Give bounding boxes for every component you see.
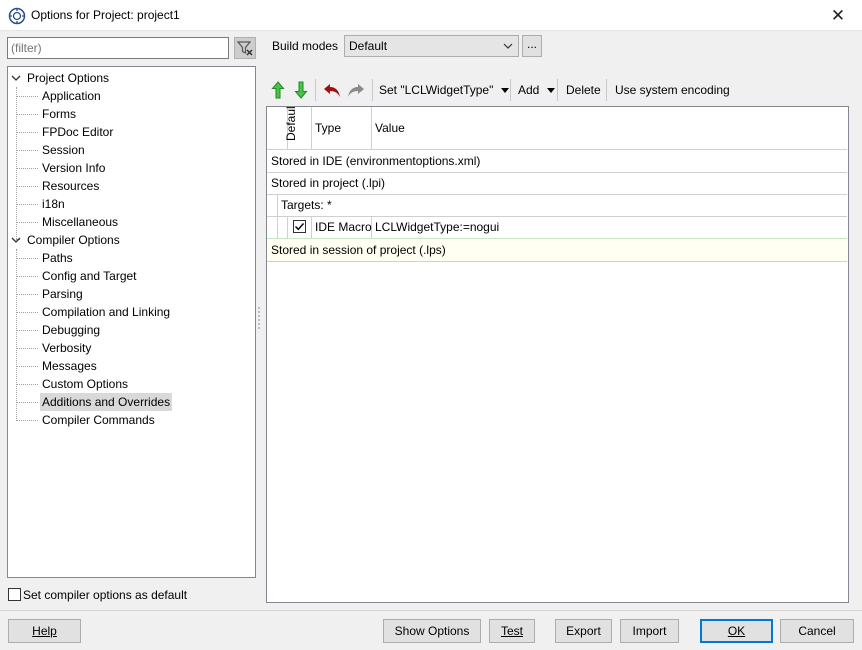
funnel-clear-icon <box>236 41 253 56</box>
window-title: Options for Project: project1 <box>31 8 180 22</box>
set-default-checkbox[interactable] <box>8 588 21 601</box>
tree-item[interactable]: i18n <box>42 195 65 213</box>
tree-item[interactable]: Compiler Commands <box>42 411 155 429</box>
tree-item[interactable]: Forms <box>42 105 76 123</box>
test-button[interactable]: Test <box>489 619 535 643</box>
tree-item[interactable]: Session <box>42 141 85 159</box>
use-system-encoding-button[interactable]: Use system encoding <box>615 77 730 103</box>
macro-row[interactable]: IDE Macro LCLWidgetType:=nogui <box>267 216 847 239</box>
splitter-grip[interactable] <box>257 306 261 332</box>
macro-default-checkbox[interactable] <box>293 220 306 233</box>
chevron-down-icon <box>503 43 513 49</box>
set-lclwidgettype-label: Set "LCLWidgetType" <box>379 83 494 97</box>
default-column-header: Default <box>284 106 298 141</box>
tree-item[interactable]: Parsing <box>42 285 83 303</box>
undo-icon[interactable] <box>322 82 342 98</box>
test-label: Test <box>500 624 523 638</box>
tree-expand-chevron-icon[interactable] <box>11 73 21 83</box>
export-button[interactable]: Export <box>555 619 612 643</box>
build-modes-value: Default <box>349 39 388 53</box>
export-label: Export <box>566 624 601 638</box>
tree-item[interactable]: Additions and Overrides <box>40 393 173 411</box>
grid-header-row: Default Type Value <box>267 107 847 150</box>
macro-type: IDE Macro <box>315 220 372 234</box>
cancel-button[interactable]: Cancel <box>780 619 854 643</box>
delete-button[interactable]: Delete <box>566 77 601 103</box>
dropdown-arrow-icon <box>500 88 509 93</box>
set-lclwidgettype-button[interactable]: Set "LCLWidgetType" <box>379 77 509 103</box>
ok-button[interactable]: OK <box>700 619 773 643</box>
clear-filter-button[interactable] <box>234 37 256 59</box>
checkmark-icon <box>295 223 305 231</box>
tree-item[interactable]: Verbosity <box>42 339 91 357</box>
tree-item[interactable]: Compilation and Linking <box>42 303 170 321</box>
filter-input[interactable] <box>7 37 229 59</box>
value-column-header: Value <box>375 121 405 135</box>
tree-group-0[interactable]: Project Options <box>27 69 109 87</box>
build-modes-more-button[interactable]: ... <box>522 35 542 57</box>
show-options-button[interactable]: Show Options <box>383 619 481 643</box>
tree-expand-chevron-icon[interactable] <box>11 235 21 245</box>
tree-item[interactable]: Version Info <box>42 159 105 177</box>
tree-item[interactable]: FPDoc Editor <box>42 123 113 141</box>
redo-icon[interactable] <box>346 82 366 98</box>
tree-group-1[interactable]: Compiler Options <box>27 231 120 249</box>
overrides-toolbar: Set "LCLWidgetType" Add Delete Use syste… <box>266 77 849 103</box>
show-options-label: Show Options <box>394 624 470 638</box>
section-label-project: Stored in project (.lpi) <box>271 176 386 190</box>
add-label: Add <box>518 83 540 97</box>
tree-item[interactable]: Application <box>42 87 101 105</box>
lazarus-app-icon <box>8 7 26 25</box>
section-label-ide: Stored in IDE (environmentoptions.xml) <box>271 154 481 168</box>
build-modes-select[interactable]: Default <box>344 35 519 57</box>
tree-item[interactable]: Resources <box>42 177 99 195</box>
section-row-project[interactable]: Stored in project (.lpi) <box>267 172 847 195</box>
tree-item[interactable]: Messages <box>42 357 97 375</box>
help-button[interactable]: Help <box>8 619 81 643</box>
targets-row[interactable]: Targets: * <box>267 194 847 217</box>
section-label-session: Stored in session of project (.lps) <box>271 243 446 257</box>
import-button[interactable]: Import <box>620 619 679 643</box>
build-modes-label: Build modes <box>272 39 339 53</box>
dropdown-arrow-icon <box>546 88 555 93</box>
tree-item[interactable]: Config and Target <box>42 267 137 285</box>
move-down-arrow-icon[interactable] <box>294 81 308 99</box>
tree-item[interactable]: Debugging <box>42 321 100 339</box>
close-icon[interactable]: ✕ <box>825 5 851 27</box>
section-row-ide[interactable]: Stored in IDE (environmentoptions.xml) <box>267 150 847 173</box>
help-button-label: Help <box>32 624 57 638</box>
ok-label: OK <box>727 624 746 638</box>
type-column-header: Type <box>315 121 342 135</box>
title-bar: Options for Project: project1 ✕ <box>0 0 862 31</box>
macro-value: LCLWidgetType:=nogui <box>375 220 500 234</box>
section-row-session[interactable]: Stored in session of project (.lps) <box>267 238 847 262</box>
tree-item[interactable]: Miscellaneous <box>42 213 118 231</box>
options-tree[interactable]: Project Options Application Forms FPDoc Edi… <box>7 66 256 578</box>
set-default-checkbox-label: Set compiler options as default <box>23 588 188 602</box>
move-up-arrow-icon[interactable] <box>271 81 285 99</box>
overrides-grid[interactable]: Default Type Value Stored in IDE (enviro… <box>266 106 849 603</box>
tree-item[interactable]: Paths <box>42 249 73 267</box>
add-button[interactable]: Add <box>518 77 555 103</box>
cancel-label: Cancel <box>798 624 836 638</box>
targets-label: Targets: * <box>281 198 332 212</box>
import-label: Import <box>632 624 667 638</box>
tree-item[interactable]: Custom Options <box>42 375 128 393</box>
bottom-divider <box>0 610 862 611</box>
